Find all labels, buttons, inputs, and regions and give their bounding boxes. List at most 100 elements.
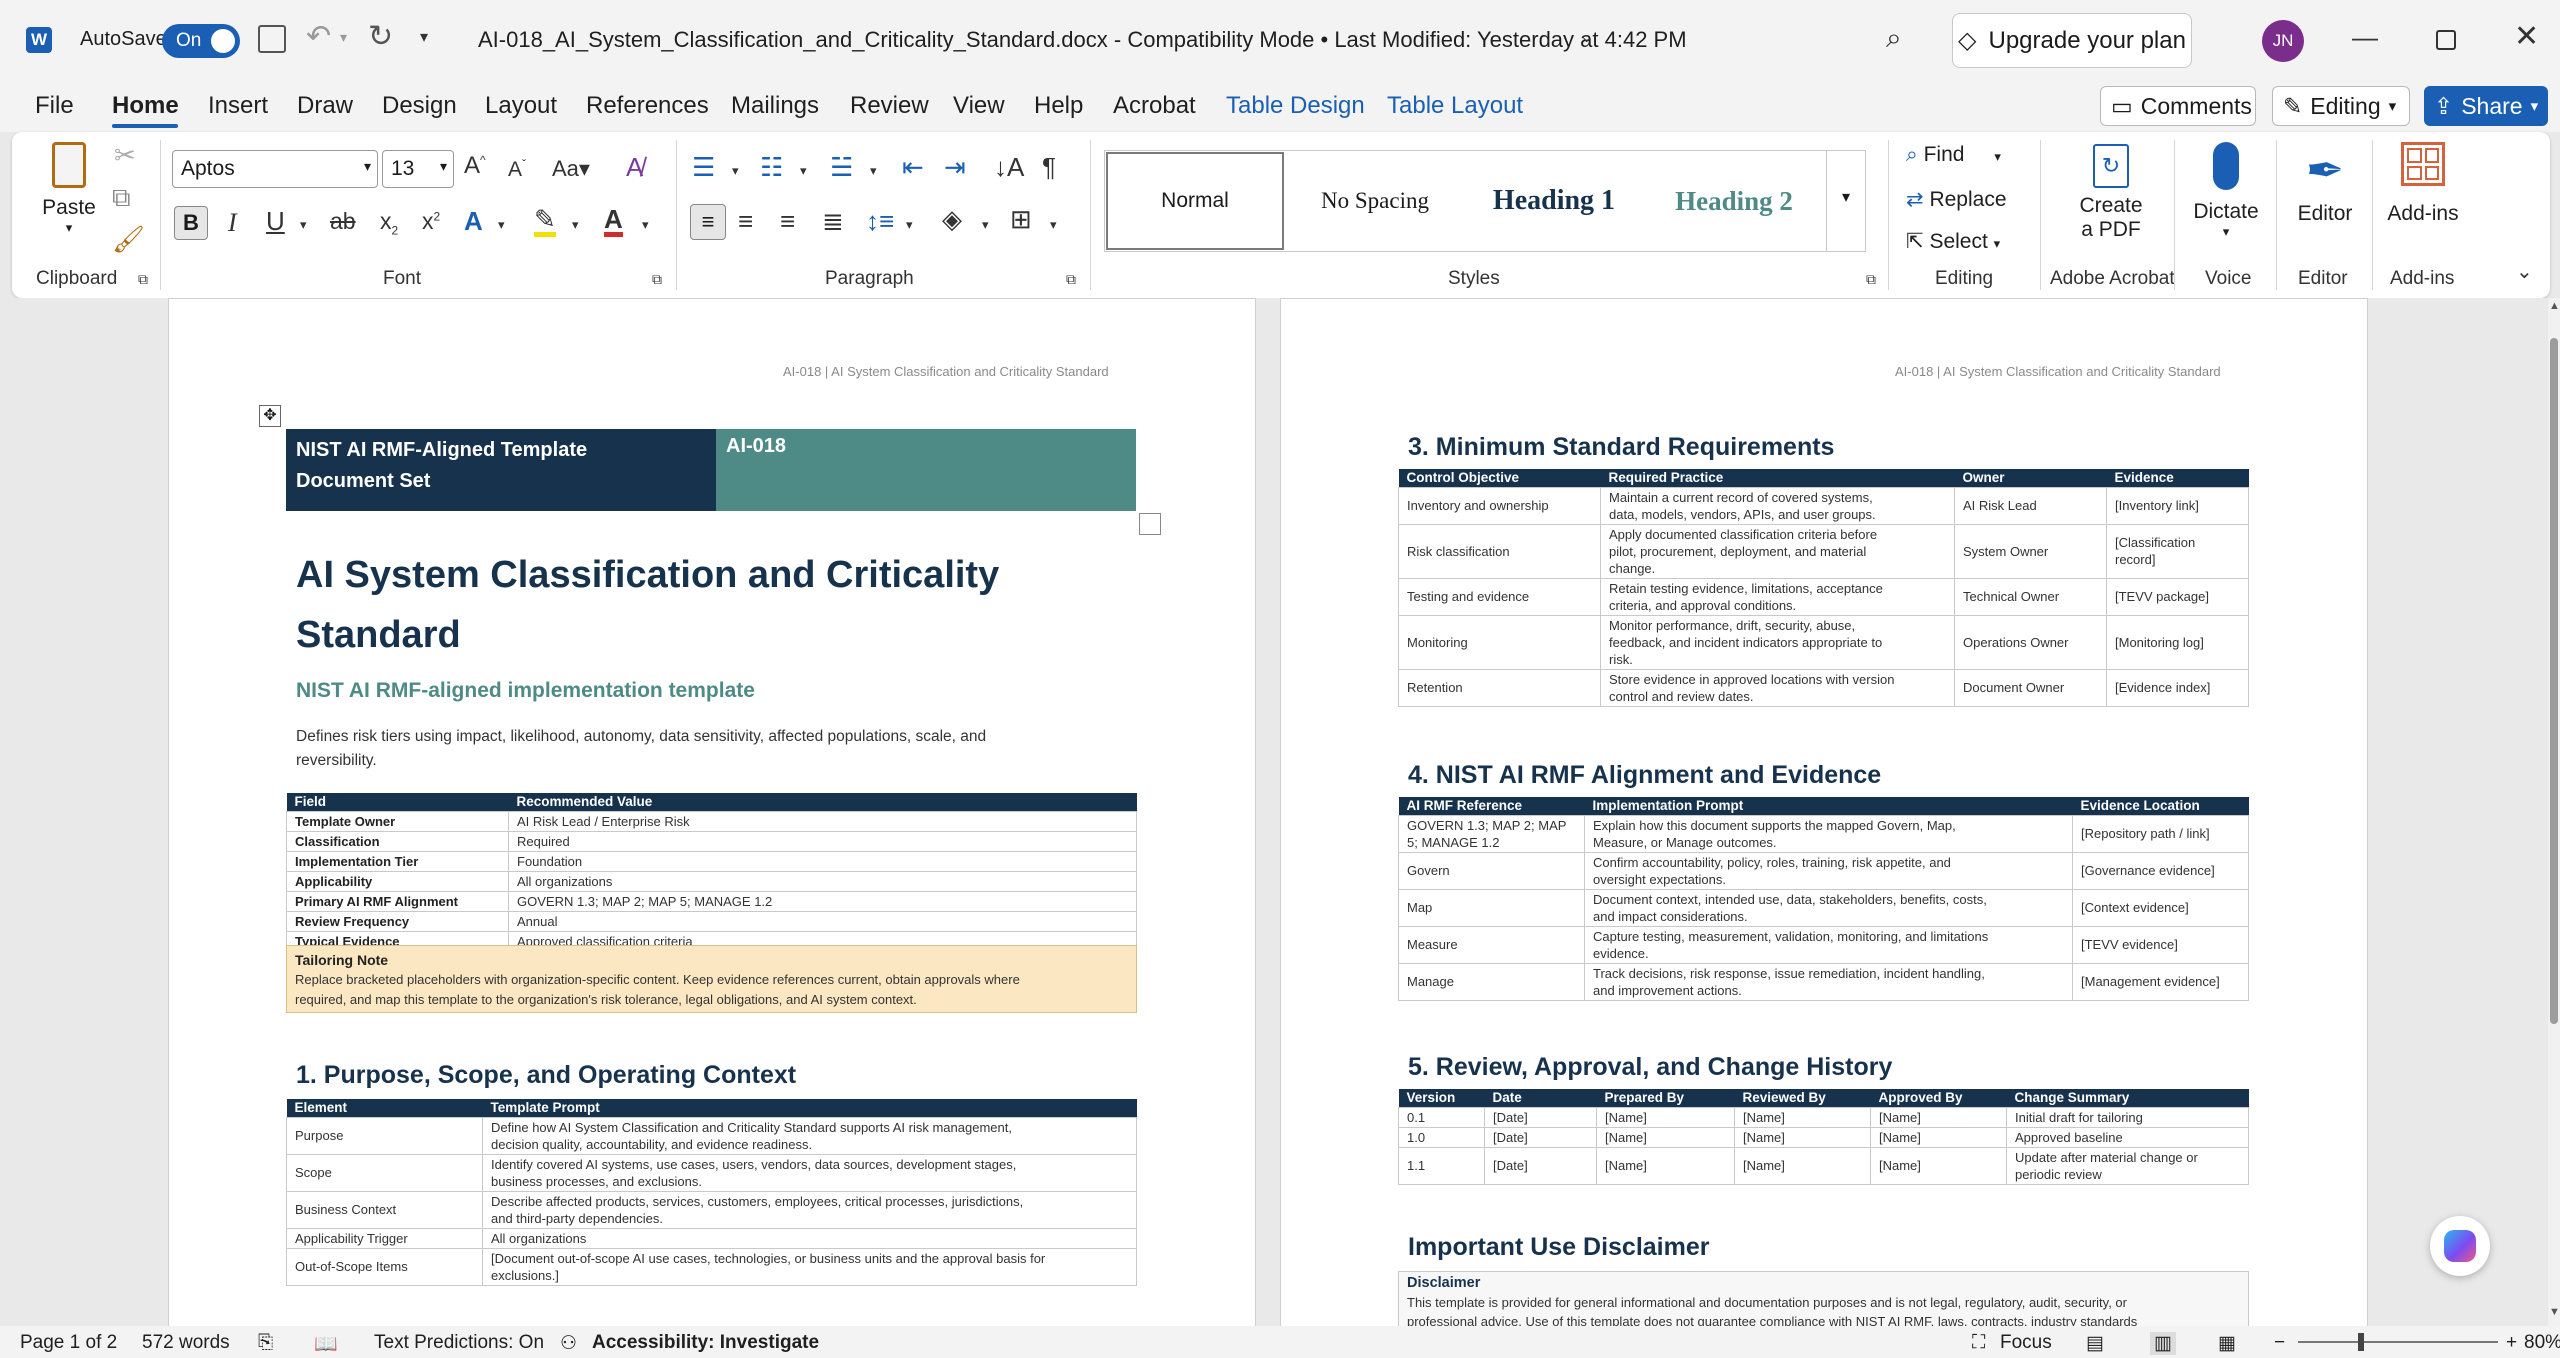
upgrade-plan-button[interactable]: ◇ Upgrade your plan [1952,13,2192,68]
clear-formatting-icon[interactable]: A̸ [626,154,643,180]
grow-font-icon[interactable]: A^ [464,154,486,178]
align-center-icon[interactable]: ≡ [738,208,753,234]
decrease-indent-icon[interactable]: ⇤ [902,154,924,180]
show-formatting-icon[interactable]: ¶ [1042,154,1056,180]
save-icon[interactable] [258,25,286,53]
underline-dropdown-icon[interactable]: ▾ [300,218,307,231]
read-mode-icon[interactable]: ▤ [2086,1332,2104,1355]
scroll-down-icon[interactable]: ▼ [2549,1306,2560,1318]
undo-dropdown-icon[interactable]: ▾ [340,30,347,44]
add-ins-button[interactable]: Add-ins [2382,142,2464,226]
table-resize-handle[interactable] [1139,513,1161,535]
tab-draw[interactable]: Draw [297,92,353,120]
zoom-slider-thumb[interactable] [2358,1333,2364,1351]
tab-help[interactable]: Help [1034,92,1083,120]
format-painter-icon[interactable]: 🖌 [112,226,145,252]
line-spacing-dropdown-icon[interactable]: ▾ [906,218,913,231]
print-layout-icon[interactable]: ▥ [2150,1332,2176,1355]
find-button[interactable]: ⌕ Find ▾ [1906,143,2001,167]
table-move-handle-icon[interactable]: ✥ [259,405,281,427]
tab-layout[interactable]: Layout [485,92,557,120]
underline-icon[interactable]: U [266,208,285,234]
web-layout-icon[interactable]: ▦ [2218,1332,2236,1355]
zoom-level[interactable]: 80% [2524,1332,2560,1354]
bullets-icon[interactable]: ☰ [692,154,715,180]
dialog-launcher-icon[interactable]: ⧉ [138,272,148,286]
copy-icon[interactable]: ⧉ [112,184,131,210]
copilot-button[interactable] [2430,1216,2490,1276]
document-title[interactable]: AI-018_AI_System_Classification_and_Crit… [478,27,1687,53]
redo-icon[interactable]: ↻ [368,22,393,52]
tab-view[interactable]: View [953,92,1005,120]
style-heading-1[interactable]: Heading 1 [1466,152,1642,250]
styles-more-button[interactable]: ▾ [1826,150,1866,252]
dialog-launcher-icon[interactable]: ⧉ [652,272,662,286]
scrollbar-thumb[interactable] [2550,338,2558,1024]
undo-icon[interactable]: ↶ [306,22,331,52]
align-left-button[interactable]: ≡ [690,204,726,240]
paste-button[interactable]: Paste ▾ [42,142,96,252]
restore-icon[interactable] [2436,30,2456,50]
numbering-icon[interactable]: ☷ [760,154,783,180]
style-normal[interactable]: Normal [1106,152,1284,250]
vertical-scrollbar[interactable]: ▲ ▼ [2548,298,2560,1326]
bold-button[interactable]: B [174,206,208,240]
highlight-dropdown-icon[interactable]: ▾ [572,218,579,231]
page-1[interactable]: AI-018 | AI System Classification and Cr… [168,298,1256,1326]
cut-icon[interactable]: ✂ [114,142,136,168]
multilevel-list-icon[interactable]: ☱ [830,154,853,180]
focus-button[interactable]: Focus [2000,1332,2052,1354]
shading-dropdown-icon[interactable]: ▾ [982,218,989,231]
share-button[interactable]: ⇪ Share ▾ [2424,86,2548,126]
proofing-icon[interactable]: ⎘ [258,1332,273,1354]
zoom-in-icon[interactable]: + [2506,1332,2517,1354]
accessibility-icon[interactable]: ⚇ [560,1332,577,1355]
sort-icon[interactable]: ↓A [994,154,1024,180]
tab-insert[interactable]: Insert [208,92,268,120]
scroll-up-icon[interactable]: ▲ [2549,300,2560,312]
numbering-dropdown-icon[interactable]: ▾ [800,164,807,177]
tab-acrobat[interactable]: Acrobat [1113,92,1196,120]
subscript-icon[interactable]: x2 [380,210,398,237]
editing-mode-button[interactable]: ✎ Editing ▾ [2272,86,2410,126]
customize-toolbar-icon[interactable]: ▾ [420,30,428,46]
accessibility-status[interactable]: Accessibility: Investigate [592,1332,819,1354]
reading-icon[interactable]: 📖 [314,1332,338,1356]
font-color-dropdown-icon[interactable]: ▾ [642,218,649,231]
tab-table-design[interactable]: Table Design [1226,92,1365,120]
page-2[interactable]: AI-018 | AI System Classification and Cr… [1280,298,2368,1326]
zoom-out-icon[interactable]: − [2274,1332,2285,1354]
dictate-button[interactable]: Dictate ▾ [2186,142,2266,240]
zoom-slider[interactable] [2298,1341,2498,1343]
user-avatar[interactable]: JN [2262,20,2304,62]
shading-icon[interactable]: ◈ [942,206,962,232]
highlight-icon[interactable]: ✎ [534,206,556,237]
word-count[interactable]: 572 words [142,1332,230,1354]
close-icon[interactable]: ✕ [2514,22,2539,52]
align-right-icon[interactable]: ≡ [780,208,795,234]
justify-icon[interactable]: ≣ [822,208,844,234]
autosave-toggle[interactable]: On [162,24,240,58]
style-heading-2[interactable]: Heading 2 [1644,152,1824,250]
tab-mailings[interactable]: Mailings [731,92,819,120]
select-button[interactable]: ⇱ Select ▾ [1906,229,2000,254]
editor-button[interactable]: ✒ Editor [2290,142,2360,226]
style-no-spacing[interactable]: No Spacing [1286,152,1464,250]
tab-design[interactable]: Design [382,92,457,120]
font-size-combo[interactable]: 13 ▾ [382,150,454,188]
search-icon[interactable]: ⌕ [1886,24,1902,52]
borders-icon[interactable]: ⊞ [1010,206,1032,232]
collapse-ribbon-icon[interactable]: ⌄ [2516,262,2533,282]
borders-dropdown-icon[interactable]: ▾ [1050,218,1057,231]
superscript-icon[interactable]: x2 [422,210,440,233]
increase-indent-icon[interactable]: ⇥ [944,154,966,180]
text-predictions[interactable]: Text Predictions: On [374,1332,544,1354]
focus-icon[interactable]: ⛶ [1972,1332,1985,1354]
multilevel-dropdown-icon[interactable]: ▾ [870,164,877,177]
create-pdf-button[interactable]: ↻ Create a PDF [2074,144,2148,242]
text-effects-icon[interactable]: A [464,208,483,234]
dialog-launcher-icon[interactable]: ⧉ [1866,272,1876,286]
dialog-launcher-icon[interactable]: ⧉ [1066,272,1076,286]
change-case-icon[interactable]: Aa▾ [552,158,590,180]
bullets-dropdown-icon[interactable]: ▾ [732,164,739,177]
